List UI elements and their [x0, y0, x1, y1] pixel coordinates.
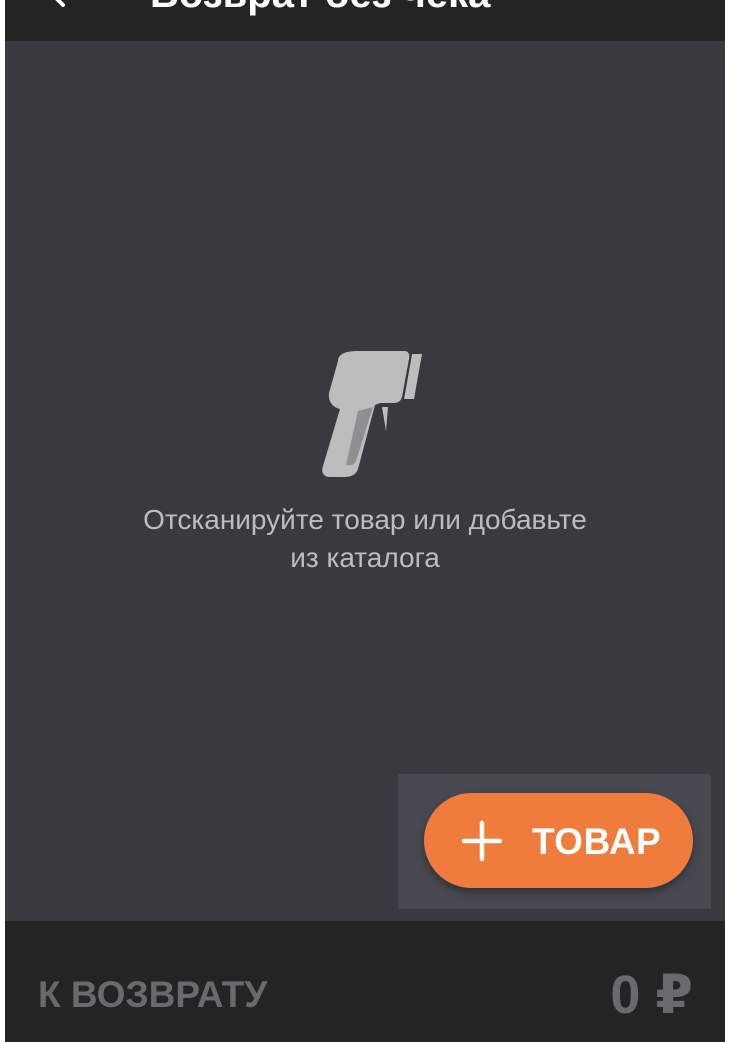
barcode-scanner-icon — [322, 351, 422, 477]
add-product-button[interactable]: ТОВАР — [424, 793, 693, 888]
add-product-label: ТОВАР — [532, 821, 662, 862]
refund-label: К ВОЗВРАТУ — [38, 974, 268, 1015]
empty-state-line-2: из каталога — [290, 542, 440, 573]
refund-amount: 0 ₽ — [610, 965, 693, 1025]
arrow-left-icon[interactable] — [47, 0, 83, 14]
empty-content-area: Отсканируйте товар или добавьте из катал… — [5, 41, 725, 921]
empty-state-message: Отсканируйте товар или добавьте из катал… — [65, 501, 665, 577]
plus-icon — [461, 820, 503, 862]
app-bar: Возврат без чека — [5, 0, 725, 41]
page-title: Возврат без чека — [150, 0, 490, 14]
empty-state-line-1: Отсканируйте товар или добавьте — [143, 504, 587, 535]
refund-summary-bar: К ВОЗВРАТУ 0 ₽ — [5, 921, 725, 1042]
phone-screen: Возврат без чека Отсканируйте товар или … — [5, 0, 725, 1042]
